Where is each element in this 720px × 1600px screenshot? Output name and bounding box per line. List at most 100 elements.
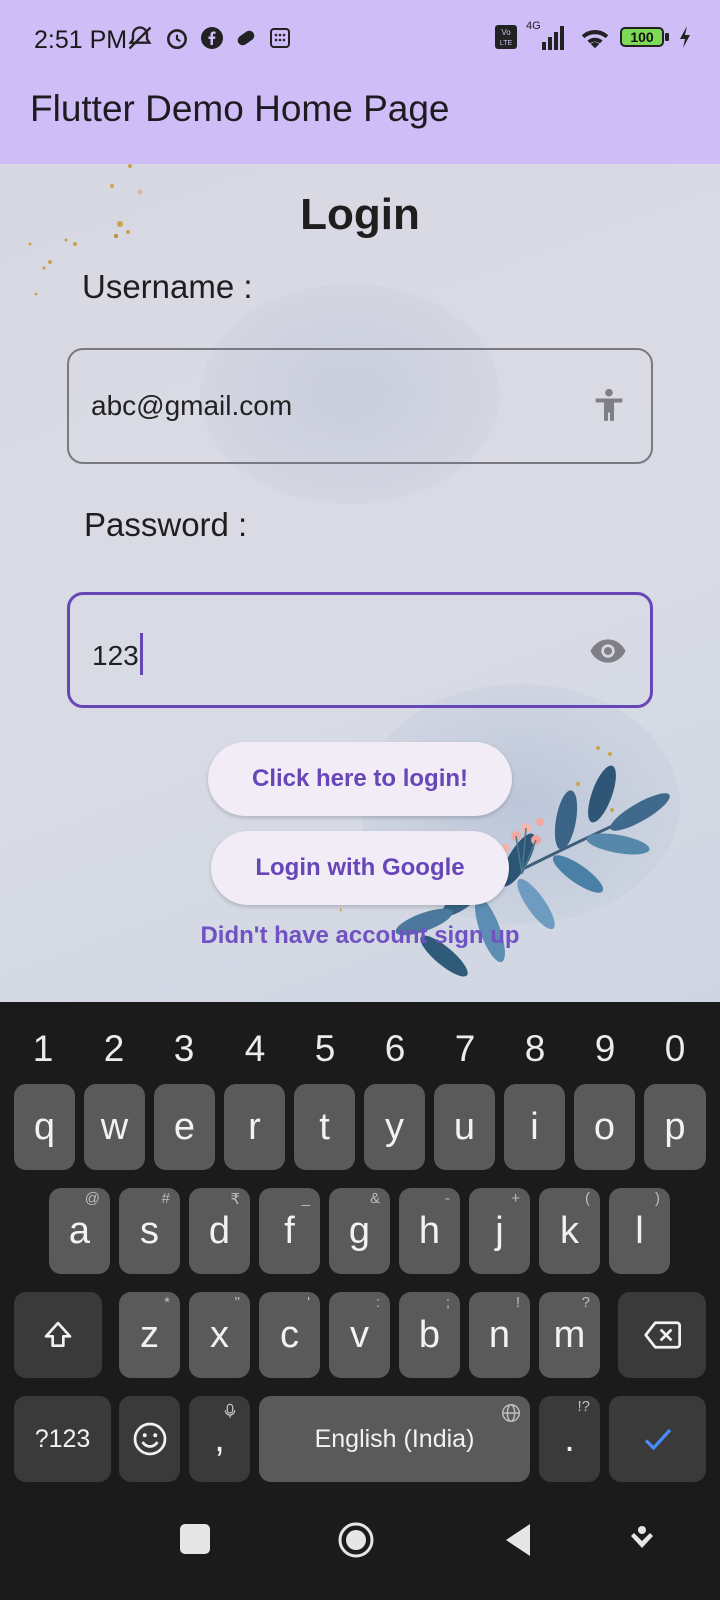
key-hint: ₹ (230, 1191, 240, 1208)
status-time: 2:51 PM (34, 26, 128, 54)
username-field[interactable]: abc@gmail.com (67, 348, 653, 464)
key-y[interactable]: y (364, 1084, 425, 1170)
key-7[interactable]: 7 (445, 1028, 485, 1070)
key-z[interactable]: z * (119, 1292, 180, 1378)
key-hint: ; (445, 1294, 450, 1311)
battery-icon: 100 (620, 25, 670, 49)
key-r[interactable]: r (224, 1084, 285, 1170)
keyboard-hide-icon[interactable] (628, 1522, 656, 1554)
period-label: . (564, 1417, 575, 1460)
key-b[interactable]: b; (399, 1292, 460, 1378)
key-8[interactable]: 8 (515, 1028, 555, 1070)
status-bar: 2:51 PM Vo LTE 4G 100 (0, 0, 720, 80)
mute-icon (128, 26, 152, 50)
key-s[interactable]: s # (119, 1188, 180, 1274)
key-j[interactable]: j + (469, 1188, 530, 1274)
login-screen: Login Username : abc@gmail.com Password … (0, 164, 720, 1002)
key-label: m (553, 1313, 586, 1356)
key-label: v (350, 1313, 369, 1356)
key-label: b (418, 1313, 441, 1356)
checkmark-icon (644, 1428, 671, 1451)
key-d[interactable]: d ₹ (189, 1188, 250, 1274)
key-v[interactable]: v: (329, 1292, 390, 1378)
microphone-icon (224, 1403, 236, 1418)
game-icon (237, 30, 255, 46)
key-label: s (140, 1209, 159, 1252)
key-e[interactable]: e (154, 1084, 215, 1170)
key-q[interactable]: q (14, 1084, 75, 1170)
signal-icon: 4G (526, 20, 570, 52)
key-5[interactable]: 5 (305, 1028, 345, 1070)
key-o[interactable]: o (574, 1084, 635, 1170)
period-key[interactable]: . !? (539, 1396, 600, 1482)
password-field[interactable]: 123 (67, 592, 653, 708)
symbols-key[interactable]: ?123 (14, 1396, 111, 1482)
navigation-bar (0, 1500, 720, 1600)
backspace-icon (644, 1321, 681, 1349)
number-row: 1 2 3 4 5 6 7 8 9 0 (0, 1002, 720, 1084)
key-u[interactable]: u (434, 1084, 495, 1170)
key-a[interactable]: a @ (49, 1188, 110, 1274)
key-p[interactable]: p (644, 1084, 706, 1170)
key-x[interactable]: x " (189, 1292, 250, 1378)
emoji-key[interactable] (119, 1396, 180, 1482)
accessibility-icon[interactable] (589, 384, 629, 428)
key-1[interactable]: 1 (23, 1028, 63, 1070)
key-hint: ' (307, 1294, 310, 1311)
key-h[interactable]: h- (399, 1188, 460, 1274)
status-system-icons: Vo LTE 4G 100 (494, 20, 692, 52)
globe-icon (502, 1404, 520, 1422)
key-label: g (348, 1209, 371, 1252)
key-6[interactable]: 6 (375, 1028, 415, 1070)
login-button[interactable]: Click here to login! (208, 742, 512, 816)
key-hint: - (445, 1190, 450, 1207)
eye-icon[interactable] (588, 629, 628, 673)
key-label: n (488, 1313, 511, 1356)
volte-icon: Vo LTE (495, 25, 517, 49)
back-button[interactable] (502, 1522, 534, 1558)
key-label: h (418, 1209, 441, 1252)
comma-key[interactable]: , (189, 1396, 250, 1482)
key-label: c (280, 1313, 299, 1356)
key-n[interactable]: n! (469, 1292, 530, 1378)
key-l[interactable]: l) (609, 1188, 670, 1274)
app-bar-title: Flutter Demo Home Page (30, 88, 450, 129)
key-w[interactable]: w (84, 1084, 145, 1170)
key-hint: @ (84, 1190, 100, 1207)
key-hint: : (375, 1294, 380, 1311)
key-f[interactable]: f _ (259, 1188, 320, 1274)
home-button[interactable] (336, 1520, 376, 1560)
shift-key[interactable] (14, 1292, 102, 1378)
key-9[interactable]: 9 (585, 1028, 625, 1070)
key-t[interactable]: t (294, 1084, 355, 1170)
text-cursor (139, 633, 143, 675)
key-c[interactable]: c ' (259, 1292, 320, 1378)
key-hint: & (369, 1190, 380, 1207)
recents-button[interactable] (180, 1524, 210, 1554)
svg-text:LTE: LTE (500, 40, 513, 47)
space-label: English (India) (314, 1424, 475, 1453)
key-g[interactable]: g & (329, 1188, 390, 1274)
key-3[interactable]: 3 (164, 1028, 204, 1070)
signup-link[interactable]: Didn't have account sign up (0, 922, 720, 950)
key-hint: _ (301, 1190, 310, 1207)
username-label: Username : (82, 268, 253, 305)
key-label: f (284, 1209, 295, 1252)
enter-key[interactable] (609, 1396, 706, 1482)
key-hint: ( (585, 1190, 590, 1207)
key-2[interactable]: 2 (94, 1028, 134, 1070)
calculator-icon (270, 28, 290, 48)
key-k[interactable]: k( (539, 1188, 600, 1274)
key-label: z (140, 1313, 159, 1356)
google-login-button[interactable]: Login with Google (211, 831, 509, 905)
key-0[interactable]: 0 (655, 1028, 695, 1070)
key-hint: * (164, 1294, 170, 1311)
svg-text:Vo: Vo (501, 28, 511, 37)
key-4[interactable]: 4 (235, 1028, 275, 1070)
key-hint: ? (581, 1294, 590, 1311)
key-i[interactable]: i (504, 1084, 565, 1170)
key-m[interactable]: m? (539, 1292, 600, 1378)
backspace-key[interactable] (618, 1292, 706, 1378)
space-key[interactable]: English (India) (259, 1396, 530, 1482)
wifi-icon (581, 30, 609, 49)
